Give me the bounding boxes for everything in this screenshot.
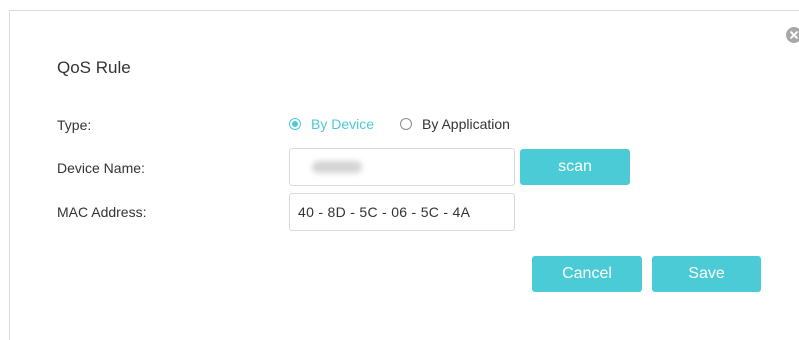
radio-by-application[interactable]: By Application (400, 116, 510, 132)
radio-by-device[interactable]: By Device (289, 116, 374, 132)
mac-address-label: MAC Address: (57, 204, 147, 220)
radio-checked-icon (289, 118, 301, 130)
obscured-device-name (312, 161, 362, 173)
radio-by-application-label: By Application (422, 116, 510, 132)
cancel-button[interactable]: Cancel (532, 256, 642, 292)
scan-button[interactable]: scan (520, 149, 630, 185)
radio-by-device-label: By Device (311, 116, 375, 132)
device-name-input[interactable] (289, 148, 515, 186)
radio-unchecked-icon (400, 118, 412, 130)
dialog-title: QoS Rule (57, 58, 131, 77)
device-name-label: Device Name: (57, 160, 145, 176)
save-button[interactable]: Save (652, 256, 761, 292)
mac-address-input[interactable]: 40 - 8D - 5C - 06 - 5C - 4A (289, 193, 515, 231)
type-label: Type: (57, 117, 92, 133)
close-icon[interactable] (786, 27, 799, 43)
